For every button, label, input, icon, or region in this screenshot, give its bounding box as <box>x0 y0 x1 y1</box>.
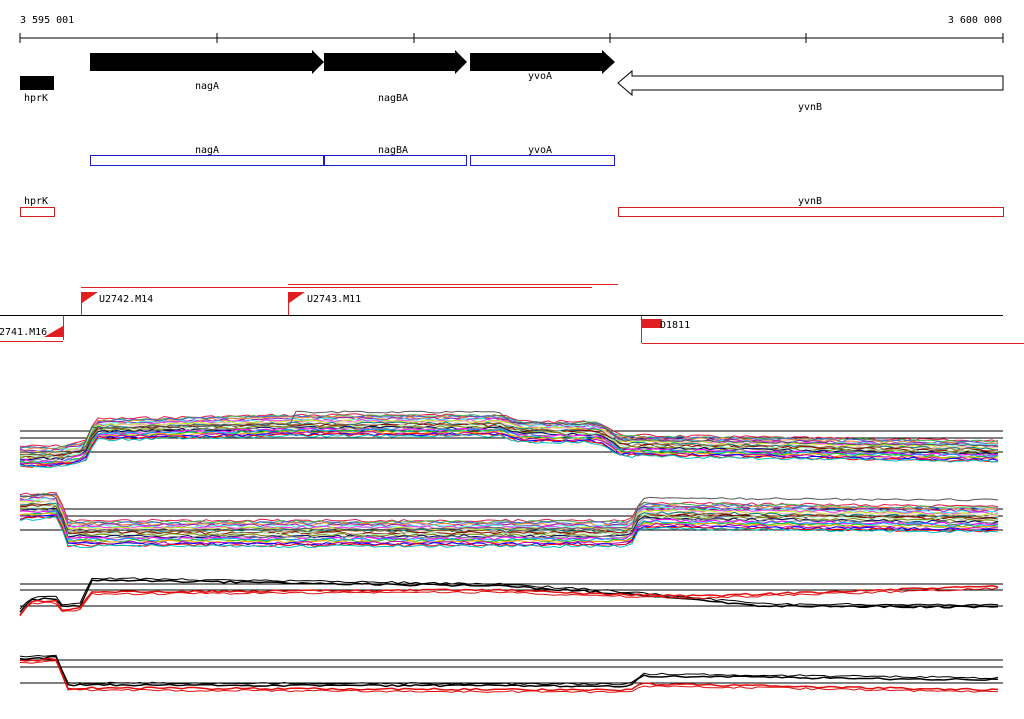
operon-yvoa-box[interactable] <box>470 155 615 166</box>
blue-operon-track: nagA nagBA yvoA <box>90 145 615 166</box>
segment-d1811-label: D1811 <box>660 320 690 331</box>
operon-yvoa-label: yvoA <box>528 145 552 156</box>
ruler-start-label: 3 595 001 <box>20 15 74 26</box>
gene-track: hprK nagA nagBA yvoA yvnB <box>20 50 1004 113</box>
expression-panel-reverse-summary <box>19 654 1003 694</box>
operon-hprk-label: hprK <box>24 196 48 207</box>
segment-u2742-label: U2742.M14 <box>99 294 153 305</box>
segment-u2742-flag[interactable] <box>82 292 98 303</box>
operon-nagba-label: nagBA <box>378 145 408 156</box>
segment-d1811-flag[interactable] <box>642 319 662 328</box>
operon-naga-box[interactable] <box>90 155 324 166</box>
operon-hprk-box[interactable] <box>20 207 55 217</box>
segment-u2743-label: U2743.M11 <box>307 294 361 305</box>
gene-hprk-label: hprK <box>24 93 48 104</box>
operon-naga-label: nagA <box>195 145 219 156</box>
genome-track-canvas: 3 595 001 3 600 000 hprK nagA nagBA yvoA… <box>0 15 1024 694</box>
expression-panel-forward-summary <box>19 577 1003 617</box>
genome-browser-view: 3 595 001 3 600 000 hprK nagA nagBA yvoA… <box>0 0 1024 714</box>
coordinate-ruler: 3 595 001 3 600 000 <box>19 15 1004 43</box>
operon-nagba-box[interactable] <box>324 155 467 166</box>
operon-yvnb-box[interactable] <box>618 207 1004 217</box>
gene-yvoa-label: yvoA <box>528 71 552 82</box>
expression-trace <box>19 655 999 688</box>
expression-panel-reverse-many <box>19 492 1003 549</box>
gene-yvnb-label: yvnB <box>798 102 822 113</box>
gene-nagba-arrow[interactable] <box>324 50 467 74</box>
red-operon-track: hprK yvnB <box>20 196 1004 217</box>
segment-track: U2742.M14 U2743.M11 2741.M16 D1811 <box>0 284 1024 344</box>
gene-naga-arrow[interactable] <box>90 50 324 74</box>
segment-u2743-flag[interactable] <box>289 292 305 303</box>
gene-yvnb-arrow[interactable] <box>617 69 1004 97</box>
gene-hprk-block[interactable] <box>20 76 54 90</box>
gene-naga-label: nagA <box>195 81 219 92</box>
gene-nagba-label: nagBA <box>378 93 408 104</box>
ruler-end-label: 3 600 000 <box>948 15 1002 26</box>
expression-panel-forward-many <box>19 410 1003 469</box>
segment-2741-label: 2741.M16 <box>0 327 47 338</box>
operon-yvnb-label: yvnB <box>798 196 822 207</box>
